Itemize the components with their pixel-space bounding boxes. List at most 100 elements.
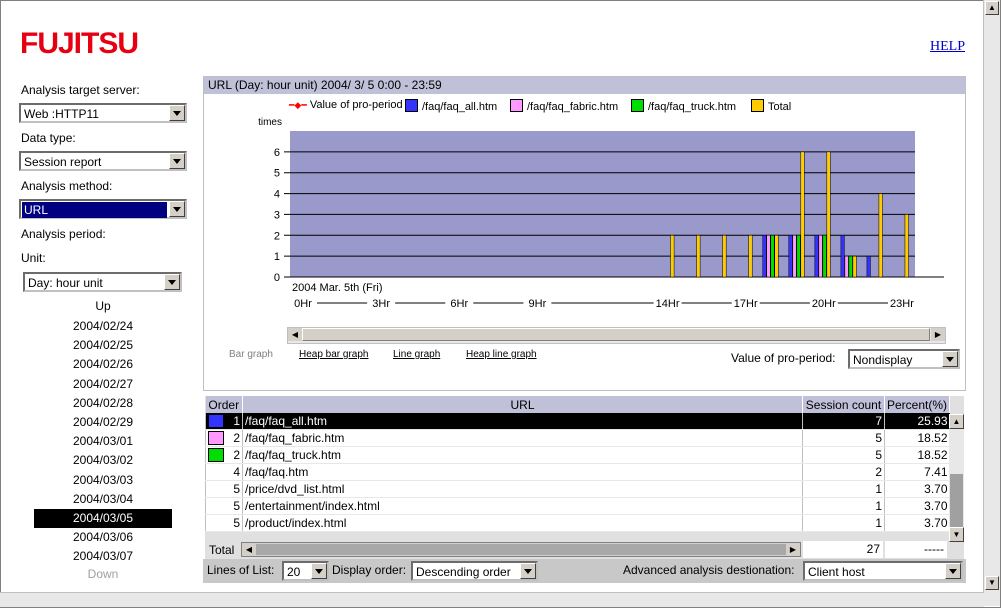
date-item[interactable]: 2004/03/03 bbox=[34, 471, 172, 490]
col-url-header[interactable]: URL bbox=[242, 396, 803, 413]
row-count: 1 bbox=[802, 497, 885, 515]
date-item[interactable]: 2004/02/29 bbox=[34, 413, 172, 432]
chevron-down-icon[interactable] bbox=[520, 563, 536, 579]
y-tick-label: 2 bbox=[274, 230, 280, 242]
chevron-down-icon[interactable] bbox=[164, 274, 180, 290]
heap-bar-graph-link[interactable]: Heap bar graph bbox=[299, 349, 369, 360]
date-item[interactable]: 2004/02/25 bbox=[34, 336, 172, 355]
row-order: 2 bbox=[233, 448, 240, 462]
adv-select[interactable]: Client host bbox=[803, 561, 963, 581]
chart-bar bbox=[800, 151, 805, 278]
unit-select[interactable]: Day: hour unit bbox=[23, 272, 182, 292]
chevron-down-icon[interactable] bbox=[169, 153, 185, 169]
col-percent-header[interactable]: Percent(%) bbox=[884, 396, 951, 413]
window-vscroll[interactable]: ▲ ▼ bbox=[983, 0, 1000, 606]
x-axis-label: 2004 Mar. 5th (Fri) bbox=[292, 282, 382, 294]
chevron-down-icon[interactable] bbox=[311, 563, 327, 579]
row-url: /price/dvd_list.html bbox=[242, 480, 803, 498]
date-item[interactable]: 2004/03/02 bbox=[34, 451, 172, 470]
x-tick-label: 23Hr bbox=[890, 298, 914, 310]
legend-item-total: Total bbox=[751, 99, 791, 113]
color-swatch-icon bbox=[208, 414, 224, 428]
server-select[interactable]: Web :HTTP11 bbox=[19, 103, 187, 123]
swatch-icon bbox=[510, 99, 523, 112]
swatch-icon bbox=[631, 99, 644, 112]
col-count-header[interactable]: Session count bbox=[802, 396, 885, 413]
scroll-thumb[interactable] bbox=[256, 544, 786, 555]
chevron-down-icon[interactable] bbox=[169, 201, 185, 217]
date-item[interactable]: 2004/03/05 bbox=[34, 508, 172, 529]
datatype-select[interactable]: Session report bbox=[19, 151, 187, 171]
scroll-up-icon[interactable]: ▲ bbox=[985, 1, 999, 15]
scroll-down-icon[interactable]: ▼ bbox=[949, 527, 964, 542]
date-item[interactable]: 2004/02/26 bbox=[34, 355, 172, 374]
chart-bar bbox=[770, 235, 775, 278]
date-item[interactable]: 2004/02/28 bbox=[34, 394, 172, 413]
method-label: Analysis method: bbox=[21, 179, 113, 193]
date-item[interactable]: 2004/03/04 bbox=[34, 490, 172, 509]
chart-bar bbox=[852, 255, 857, 278]
x-tick-label: 17Hr bbox=[734, 298, 758, 310]
table-row[interactable]: 5/price/dvd_list.html 1 3.70 bbox=[205, 480, 950, 498]
chart-bar bbox=[788, 235, 793, 278]
table-row[interactable]: 4/faq/faq.htm 2 7.41 bbox=[205, 463, 950, 481]
scroll-thumb[interactable] bbox=[302, 328, 930, 341]
window-hscroll[interactable] bbox=[0, 592, 984, 607]
lines-select[interactable]: 20 bbox=[282, 561, 329, 581]
table-row[interactable]: 5/entertainment/index.html 1 3.70 bbox=[205, 497, 950, 515]
chart-bar bbox=[696, 235, 701, 278]
legend-item-faq-fabric: /faq/faq_fabric.htm bbox=[510, 99, 618, 113]
table-row[interactable]: 5/product/index.html 1 3.70 bbox=[205, 514, 950, 532]
color-swatch-icon bbox=[208, 516, 224, 530]
scroll-right-icon[interactable]: ▶ bbox=[786, 543, 800, 556]
chevron-down-icon[interactable] bbox=[942, 351, 958, 367]
color-swatch-icon bbox=[208, 448, 224, 462]
row-count: 1 bbox=[802, 480, 885, 498]
scroll-right-icon[interactable]: ▶ bbox=[931, 328, 945, 341]
chart-panel: URL (Day: hour unit) 2004/ 3/ 5 0:00 - 2… bbox=[203, 76, 966, 391]
color-swatch-icon bbox=[208, 465, 224, 479]
row-order: 5 bbox=[233, 499, 240, 513]
col-order-header[interactable]: Order bbox=[205, 396, 243, 413]
bar-graph-mode[interactable]: Bar graph bbox=[229, 349, 273, 360]
row-count: 5 bbox=[802, 429, 885, 447]
total-count: 27 bbox=[803, 541, 883, 558]
chevron-down-icon[interactable] bbox=[169, 105, 185, 121]
method-select[interactable]: URL bbox=[19, 199, 187, 219]
date-item[interactable]: 2004/02/24 bbox=[34, 317, 172, 336]
chevron-down-icon[interactable] bbox=[945, 563, 961, 579]
scroll-up-icon[interactable]: ▲ bbox=[949, 414, 964, 429]
chart-bar bbox=[670, 235, 675, 278]
scroll-thumb[interactable] bbox=[950, 474, 963, 534]
row-order: 2 bbox=[233, 431, 240, 445]
scroll-left-icon[interactable]: ◀ bbox=[242, 543, 256, 556]
line-graph-link[interactable]: Line graph bbox=[383, 349, 450, 360]
chart-scrollbar[interactable]: ◀ ▶ bbox=[287, 327, 946, 344]
chart-bar bbox=[848, 255, 853, 278]
scroll-left-icon[interactable]: ◀ bbox=[288, 328, 302, 341]
heap-line-graph-link[interactable]: Heap line graph bbox=[466, 349, 537, 360]
date-item[interactable]: 2004/03/07 bbox=[34, 547, 172, 566]
row-percent: 3.70 bbox=[883, 480, 950, 498]
table-row[interactable]: 1/faq/faq_all.htm 7 25.93 bbox=[205, 413, 950, 430]
date-down-button[interactable]: Down bbox=[34, 567, 172, 581]
x-tick-label: 20Hr bbox=[812, 298, 836, 310]
table-hscroll[interactable]: ◀ ▶ bbox=[241, 542, 801, 557]
bar-chart: 0 1 2 3 4 5 6 times 2004 Mar. 5th (Fri) 0Hr 3Hr 6Hr… bbox=[258, 117, 944, 310]
date-item[interactable]: 2004/03/01 bbox=[34, 432, 172, 451]
date-list: 2004/02/24 2004/02/25 2004/02/26 2004/02/27… bbox=[34, 317, 172, 566]
pro-period-select[interactable]: Nondisplay bbox=[848, 349, 960, 369]
row-order: 5 bbox=[233, 516, 240, 530]
pro-period-label: Value of pro-period: bbox=[731, 351, 836, 365]
row-order: 5 bbox=[233, 482, 240, 496]
table-row[interactable]: 2/faq/faq_fabric.htm 5 18.52 bbox=[205, 429, 950, 447]
scroll-down-icon[interactable]: ▼ bbox=[985, 576, 999, 590]
table-vscroll[interactable]: ▲ ▼ bbox=[949, 414, 964, 542]
date-item[interactable]: 2004/02/27 bbox=[34, 375, 172, 394]
order-select[interactable]: Descending order bbox=[411, 561, 538, 581]
row-order: 4 bbox=[233, 465, 240, 479]
date-up-button[interactable]: Up bbox=[34, 299, 172, 313]
help-link[interactable]: HELP bbox=[930, 39, 965, 55]
table-row[interactable]: 2/faq/faq_truck.htm 5 18.52 bbox=[205, 446, 950, 464]
date-item[interactable]: 2004/03/06 bbox=[34, 528, 172, 547]
